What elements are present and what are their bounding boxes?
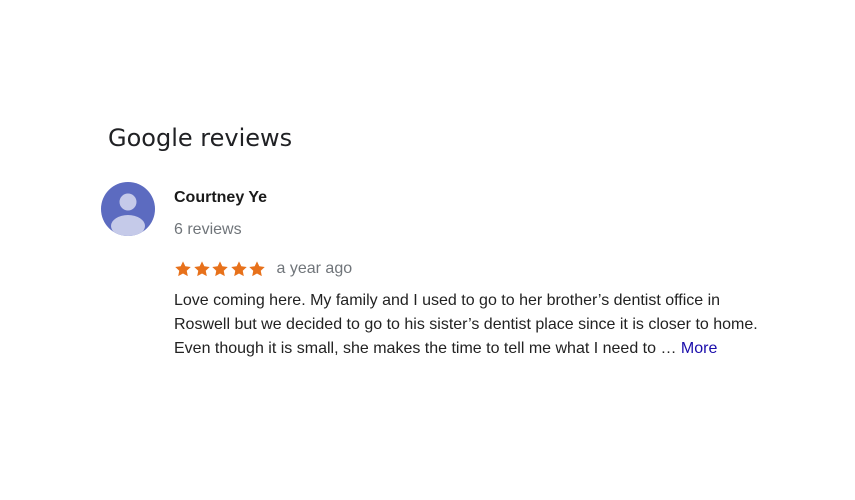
star-icon [211,260,229,278]
review-body: Love coming here. My family and I used t… [174,292,758,357]
review-date: a year ago [276,260,353,277]
star-icon [230,260,248,278]
star-icon [248,260,266,278]
star-rating [174,260,267,278]
google-reviews-card: Google reviews Courtney Ye 6 reviews a y… [82,108,772,390]
reviewer-review-count: 6 reviews [174,221,242,238]
person-icon [111,193,145,236]
more-link[interactable]: More [681,340,717,357]
star-icon [174,260,192,278]
star-icon [193,260,211,278]
reviewer-avatar[interactable] [101,182,155,236]
review-text: Love coming here. My family and I used t… [174,289,774,361]
rating-row: a year ago [174,259,352,279]
section-title: Google reviews [108,124,293,152]
reviewer-name[interactable]: Courtney Ye [174,189,267,207]
